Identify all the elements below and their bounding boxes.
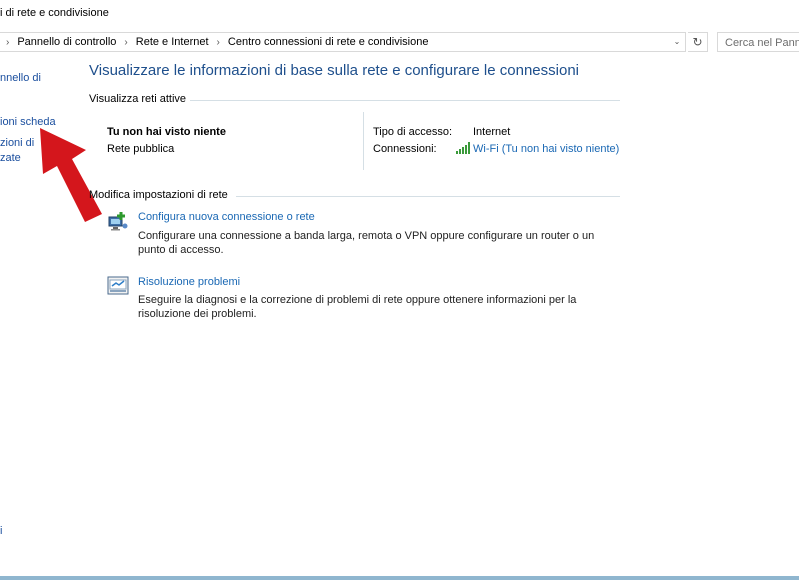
divider [236, 196, 620, 197]
network-setup-icon [108, 212, 128, 231]
title-bar: i di rete e condivisione [0, 0, 799, 26]
wifi-connection-link[interactable]: Wi-Fi (Tu non hai visto niente) [473, 143, 619, 155]
wifi-signal-icon [456, 142, 470, 154]
sidebar-bottom-link[interactable]: i [0, 525, 2, 537]
chevron-right-icon[interactable]: › [124, 37, 127, 48]
breadcrumb-pannello-di-controllo[interactable]: Pannello di controllo [17, 36, 116, 48]
divider [190, 100, 620, 101]
change-settings-header: Modifica impostazioni di rete [89, 189, 228, 201]
breadcrumb-centro-connessioni[interactable]: Centro connessioni di rete e condivision… [228, 36, 429, 48]
chevron-down-icon[interactable]: ⌄ [671, 36, 683, 48]
sidebar-item-home[interactable]: nnello di [0, 72, 41, 84]
window-title: i di rete e condivisione [0, 7, 109, 19]
active-networks-header: Visualizza reti attive [89, 93, 187, 105]
refresh-icon: ↻ [692, 35, 703, 49]
search-placeholder: Cerca nel Pann [725, 37, 799, 49]
chevron-right-icon[interactable]: › [217, 37, 220, 48]
connections-label: Connessioni: [373, 143, 437, 155]
troubleshoot-description: Eseguire la diagnosi e la correzione di … [138, 294, 577, 320]
troubleshoot-link[interactable]: Risoluzione problemi [138, 276, 240, 288]
sidebar-item-advanced-settings[interactable]: zioni di [0, 137, 34, 149]
setup-connection-description: Configurare una connessione a banda larg… [138, 230, 595, 256]
bottom-border [0, 576, 799, 580]
page-title: Visualizzare le informazioni di base sul… [89, 62, 579, 79]
access-type-label: Tipo di accesso: [373, 126, 453, 138]
breadcrumb: › Pannello di controllo › Rete e Interne… [6, 36, 428, 48]
address-bar[interactable]: › Pannello di controllo › Rete e Interne… [0, 32, 686, 52]
vertical-divider [363, 112, 364, 170]
access-type-value: Internet [473, 126, 511, 138]
network-name: Tu non hai visto niente [107, 126, 226, 138]
sidebar-item-advanced-settings-line2[interactable]: zate [0, 152, 21, 164]
setup-connection-link[interactable]: Configura nuova connessione o rete [138, 211, 315, 223]
breadcrumb-rete-e-internet[interactable]: Rete e Internet [136, 36, 209, 48]
chevron-right-icon[interactable]: › [6, 37, 9, 48]
search-input[interactable]: Cerca nel Pann [717, 32, 799, 52]
refresh-button[interactable]: ↻ [688, 32, 708, 52]
control-panel-window: i di rete e condivisione › Pannello di c… [0, 0, 799, 580]
network-type-link[interactable]: Rete pubblica [107, 143, 174, 155]
red-arrow-annotation [40, 128, 102, 222]
troubleshoot-icon [107, 276, 129, 295]
